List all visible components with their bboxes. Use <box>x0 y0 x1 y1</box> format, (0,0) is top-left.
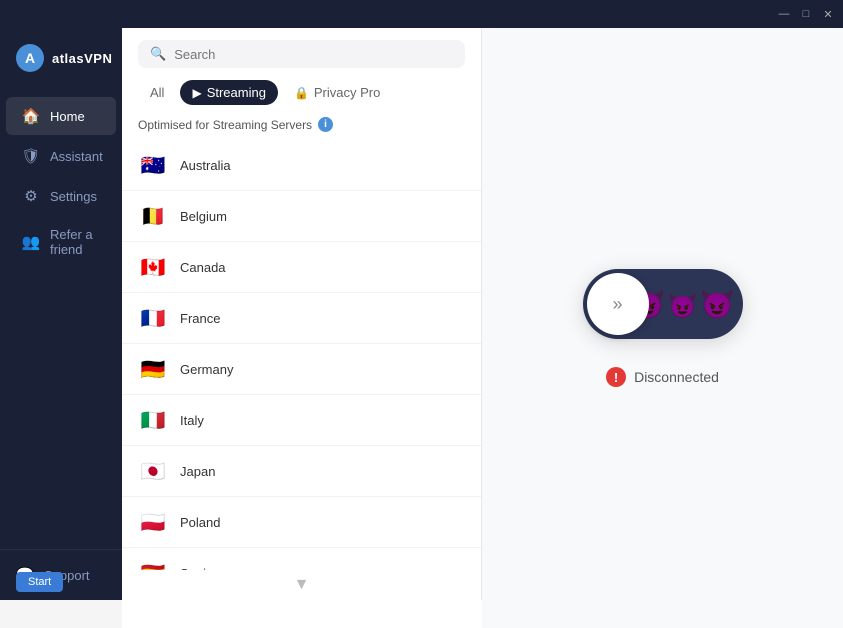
toggle-arrow-icon: » <box>612 294 622 315</box>
country-name: Belgium <box>180 209 227 224</box>
toggle-knob[interactable]: » <box>587 273 649 335</box>
list-item[interactable]: 🇪🇸Spain <box>122 548 481 570</box>
country-name: Italy <box>180 413 204 428</box>
logo-text: atlasVPN <box>52 51 112 66</box>
streaming-icon: ▶ <box>192 86 201 100</box>
list-item[interactable]: 🇦🇺 Australia <box>122 140 481 191</box>
country-name: Canada <box>180 260 226 275</box>
tab-all[interactable]: All <box>138 80 176 105</box>
start-button[interactable]: Start <box>16 572 63 592</box>
flag-icon: 🇮🇹 <box>138 405 168 435</box>
country-name: Australia <box>180 158 231 173</box>
flag-icon: 🇪🇸 <box>138 558 168 570</box>
flag-icon: 🇩🇪 <box>138 354 168 384</box>
sidebar: A atlasVPN 🏠 Home 🛡 Assistant ⚙ Settings… <box>0 0 122 600</box>
logo: A atlasVPN <box>0 28 128 96</box>
list-item[interactable]: 🇫🇷 France <box>122 293 481 344</box>
flag-icon: 🇵🇱 <box>138 507 168 537</box>
assistant-icon: 🛡 <box>22 147 40 165</box>
flag-icon: 🇨🇦 <box>138 252 168 282</box>
sidebar-item-settings[interactable]: ⚙ Settings <box>6 177 116 215</box>
tabs: All ▶ Streaming 🔒 Privacy Pro <box>122 76 481 113</box>
close-button[interactable]: ✕ <box>821 7 835 21</box>
list-item[interactable]: 🇵🇱 Poland <box>122 497 481 548</box>
tab-privacy-pro-label: Privacy Pro <box>314 85 380 100</box>
title-bar: — □ ✕ <box>0 0 843 28</box>
server-panel: 🔍 All ▶ Streaming 🔒 Privacy Pro Optimise… <box>122 28 482 600</box>
search-bar: 🔍 <box>122 28 481 76</box>
search-icon: 🔍 <box>150 46 166 62</box>
sidebar-item-refer-label: Refer a friend <box>50 227 100 257</box>
scroll-indicator: ▼ <box>122 570 481 600</box>
sidebar-item-refer[interactable]: 👥 Refer a friend <box>6 217 116 267</box>
main-content: 🔍 All ▶ Streaming 🔒 Privacy Pro Optimise… <box>122 28 843 628</box>
sidebar-item-settings-label: Settings <box>50 189 97 204</box>
tab-privacy-pro[interactable]: 🔒 Privacy Pro <box>282 80 392 105</box>
settings-icon: ⚙ <box>22 187 40 205</box>
privacy-pro-icon: 🔒 <box>294 86 309 100</box>
minimize-button[interactable]: — <box>777 7 791 21</box>
status-text: Disconnected <box>634 369 719 385</box>
flag-icon: 🇫🇷 <box>138 303 168 333</box>
maximize-button[interactable]: □ <box>799 7 813 21</box>
search-input-wrap: 🔍 <box>138 40 465 68</box>
vpn-toggle[interactable]: » 😈 😈 😈 <box>583 269 743 339</box>
sidebar-item-home[interactable]: 🏠 Home <box>6 97 116 135</box>
list-item[interactable]: 🇨🇦 Canada <box>122 242 481 293</box>
optimised-label-text: Optimised for Streaming Servers <box>138 118 312 132</box>
list-item[interactable]: 🇩🇪 Germany <box>122 344 481 395</box>
flag-icon: 🇧🇪 <box>138 201 168 231</box>
tab-streaming-label: Streaming <box>207 85 266 100</box>
server-list: 🇦🇺 Australia 🇧🇪 Belgium 🇨🇦 Canada 🇫🇷 France 🇩🇪 Ge… <box>122 140 481 570</box>
tab-all-label: All <box>150 85 164 100</box>
sidebar-item-assistant[interactable]: 🛡 Assistant <box>6 137 116 175</box>
sidebar-nav: 🏠 Home 🛡 Assistant ⚙ Settings 👥 Refer a … <box>0 96 122 549</box>
tab-streaming[interactable]: ▶ Streaming <box>180 80 277 105</box>
home-icon: 🏠 <box>22 107 40 125</box>
list-item[interactable]: 🇧🇪 Belgium <box>122 191 481 242</box>
disconnected-icon: ! <box>606 367 626 387</box>
list-item[interactable]: 🇯🇵 Japan <box>122 446 481 497</box>
optimised-label: Optimised for Streaming Servers i <box>122 113 481 140</box>
status-row: ! Disconnected <box>606 367 719 387</box>
flag-icon: 🇦🇺 <box>138 150 168 180</box>
country-name: France <box>180 311 220 326</box>
scroll-down-icon: ▼ <box>294 576 310 594</box>
logo-icon: A <box>16 44 44 72</box>
country-name: Japan <box>180 464 215 479</box>
search-input[interactable] <box>174 47 453 62</box>
list-item[interactable]: 🇮🇹 Italy <box>122 395 481 446</box>
sidebar-item-home-label: Home <box>50 109 85 124</box>
info-badge[interactable]: i <box>318 117 333 132</box>
country-name: Poland <box>180 515 220 530</box>
refer-icon: 👥 <box>22 233 40 251</box>
sidebar-item-assistant-label: Assistant <box>50 149 103 164</box>
connection-panel: » 😈 😈 😈 ! Disconnected <box>482 28 843 628</box>
country-name: Germany <box>180 362 233 377</box>
flag-icon: 🇯🇵 <box>138 456 168 486</box>
